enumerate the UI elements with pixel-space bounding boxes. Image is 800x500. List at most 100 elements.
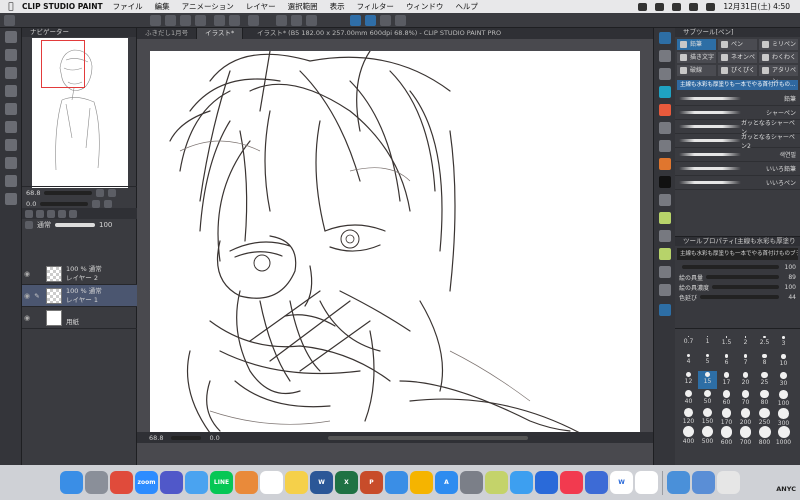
- fill-bucket-icon[interactable]: [659, 86, 671, 98]
- menu-help[interactable]: ヘルプ: [455, 1, 478, 12]
- snap-perspective-icon[interactable]: [395, 15, 406, 26]
- brush-size-option[interactable]: 3: [774, 335, 793, 353]
- status-angle[interactable]: 0.0: [209, 434, 219, 442]
- dock-app-transfer-icon[interactable]: [667, 471, 690, 494]
- brush-item[interactable]: 鉛筆: [675, 92, 800, 106]
- menu-selection[interactable]: 選択範囲: [288, 1, 318, 12]
- zoom-in-icon[interactable]: [96, 188, 105, 197]
- dock-app-word-icon[interactable]: W: [310, 471, 333, 494]
- brush-size-option[interactable]: 800: [755, 425, 774, 446]
- dock-app-zoom-icon[interactable]: zoom: [135, 471, 158, 494]
- brush-size-option[interactable]: 80: [755, 389, 774, 407]
- brush-item[interactable]: 색연필: [675, 148, 800, 162]
- brush-size-option[interactable]: 500: [698, 425, 717, 445]
- menu-animation[interactable]: アニメーション: [182, 1, 234, 12]
- brush-size-option[interactable]: 250: [755, 407, 774, 426]
- brush-size-option[interactable]: 10: [774, 353, 793, 371]
- brush-size-option[interactable]: 200: [736, 407, 755, 426]
- dock-app-powerpoint-icon[interactable]: P: [360, 471, 383, 494]
- brush-item[interactable]: いいろ鉛筆: [675, 162, 800, 176]
- subtool-group-neon[interactable]: ネオンペン: [718, 52, 757, 72]
- brush-size-option[interactable]: 150: [698, 407, 717, 425]
- dock-app-canvas-icon[interactable]: [535, 471, 558, 494]
- texture-icon[interactable]: [659, 176, 671, 188]
- redo-icon[interactable]: [229, 15, 240, 26]
- brush-size-option[interactable]: 1000: [774, 425, 793, 446]
- subtool-group-dashed[interactable]: 破線: [677, 65, 716, 76]
- status-zoom[interactable]: 68.8: [149, 434, 163, 442]
- color-mix-icon[interactable]: [659, 104, 671, 116]
- brush-size-option[interactable]: 17: [717, 371, 736, 389]
- navigator-angle-value[interactable]: 0.0: [26, 200, 36, 208]
- dock-app-teams-icon[interactable]: [160, 471, 183, 494]
- lock-icon[interactable]: [36, 209, 44, 218]
- dock-app-notes-icon[interactable]: [285, 471, 308, 494]
- visibility-eye-icon[interactable]: ◉: [24, 292, 32, 300]
- brush-size-option[interactable]: 100: [774, 389, 793, 407]
- zoom-tool-icon[interactable]: [5, 31, 17, 43]
- horizontal-scrollbar[interactable]: [327, 435, 528, 440]
- layer-row-1[interactable]: ◉ ✎ 100 % 通常 レイヤー 1: [22, 285, 137, 307]
- brush-item[interactable]: いいろペン: [675, 176, 800, 190]
- new-layer-icon[interactable]: [25, 209, 33, 218]
- layer-row-paper[interactable]: ◉ 用紙: [22, 307, 137, 329]
- menu-view[interactable]: 表示: [330, 1, 345, 12]
- drawing-canvas[interactable]: [150, 51, 640, 433]
- eraser-2-icon[interactable]: [659, 68, 671, 80]
- dock-app-clip-studio-icon[interactable]: [485, 471, 508, 494]
- brush-size-option[interactable]: 20: [736, 371, 755, 389]
- open-icon[interactable]: [165, 15, 176, 26]
- fill-icon[interactable]: [291, 15, 302, 26]
- property-slider[interactable]: [706, 275, 779, 279]
- dock-app-icloud-icon[interactable]: [185, 471, 208, 494]
- battery-icon[interactable]: [655, 2, 665, 11]
- brush-item[interactable]: ガッとなるシャーペン2: [675, 134, 800, 150]
- rotation-slider[interactable]: [40, 201, 89, 206]
- brush-size-option[interactable]: 70: [736, 389, 755, 407]
- reference-icon[interactable]: [58, 209, 66, 218]
- brush-size-option[interactable]: 700: [736, 425, 755, 446]
- property-value[interactable]: 89: [782, 274, 796, 281]
- visibility-eye-icon[interactable]: ◉: [24, 314, 32, 322]
- property-value[interactable]: 44: [782, 294, 796, 301]
- brush-size-option[interactable]: 300: [774, 407, 793, 427]
- eyedropper-tool-icon[interactable]: [5, 121, 17, 133]
- subtool-group-wakuwaku[interactable]: わくわく: [759, 52, 798, 63]
- tab-fukidashi[interactable]: ふきだし1月号: [137, 28, 198, 39]
- snap-ruler-icon[interactable]: [350, 15, 361, 26]
- navigator-view-frame[interactable]: [41, 40, 85, 88]
- menu-filter[interactable]: フィルター: [357, 1, 394, 12]
- dock-app-remote-icon[interactable]: [585, 471, 608, 494]
- property-value[interactable]: 100: [782, 264, 796, 271]
- dock-app-mail-icon[interactable]: [385, 471, 408, 494]
- brush-size-option[interactable]: 170: [717, 407, 736, 426]
- app-icon[interactable]: [4, 15, 15, 26]
- brush-size-option[interactable]: 25: [755, 371, 774, 389]
- brush-size-option[interactable]: 2.5: [755, 335, 774, 353]
- save-icon[interactable]: [180, 15, 191, 26]
- rotate-left-icon[interactable]: [92, 199, 101, 208]
- brush-size-option[interactable]: 120: [679, 407, 698, 425]
- dock-app-finder-icon[interactable]: [60, 471, 83, 494]
- export-icon[interactable]: [195, 15, 206, 26]
- snap-grid-icon[interactable]: [365, 15, 376, 26]
- main-color-swatch-icon[interactable]: [659, 304, 671, 316]
- brush-size-option[interactable]: 0.7: [679, 335, 698, 353]
- shape-icon[interactable]: [659, 230, 671, 242]
- tab-illust[interactable]: イラスト*: [197, 28, 244, 39]
- brush-size-option[interactable]: 600: [717, 425, 736, 446]
- dock-app-music-icon[interactable]: [560, 471, 583, 494]
- transform-icon[interactable]: [276, 15, 287, 26]
- property-row[interactable]: 絵の具量 89: [675, 272, 800, 282]
- brush-size-option[interactable]: 12: [679, 371, 698, 389]
- menu-file[interactable]: ファイル: [113, 1, 143, 12]
- mask-icon[interactable]: [69, 209, 77, 218]
- brush-size-option[interactable]: 2: [736, 335, 755, 353]
- menu-window[interactable]: ウィンドウ: [406, 1, 444, 12]
- property-row[interactable]: 色延び 44: [675, 292, 800, 302]
- status-zoom-slider[interactable]: [171, 435, 202, 440]
- brush-size-option[interactable]: 15: [698, 371, 717, 389]
- eraser-icon[interactable]: [659, 50, 671, 62]
- dock-app-keynote-icon[interactable]: [410, 471, 433, 494]
- dock-app-excel-icon[interactable]: X: [335, 471, 358, 494]
